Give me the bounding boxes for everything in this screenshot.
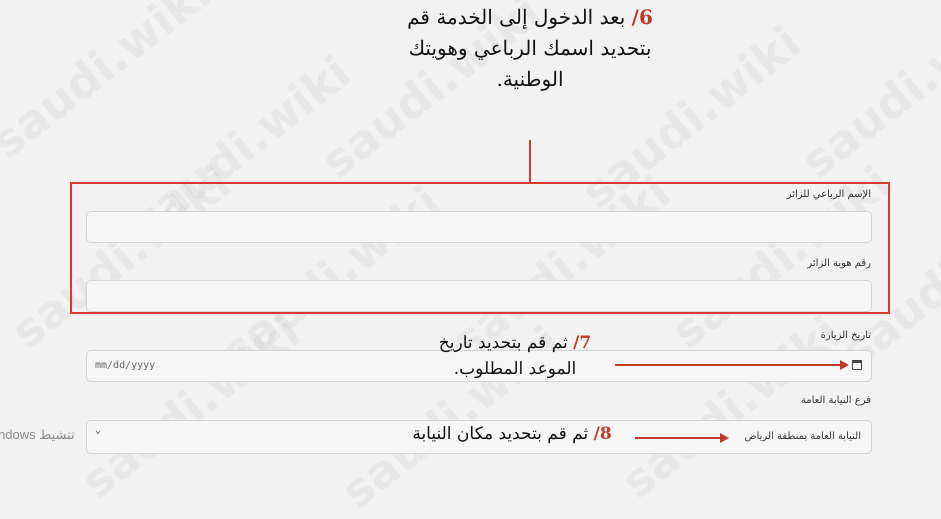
- visitor-id-label: رقم هوية الزائر: [807, 258, 871, 269]
- step6-line3: الوطنية.: [496, 67, 564, 91]
- branch-label: فرع النيابة العامة: [800, 395, 871, 406]
- chevron-down-icon: ⌄: [95, 425, 102, 436]
- step6-connector: [529, 140, 531, 183]
- step6-line1: 6/ بعد الدخول إلى الخدمة قم: [407, 5, 653, 29]
- step7-instruction: 7/ ثم قم بتحديد تاريخ الموعد المطلوب.: [400, 330, 630, 383]
- watermark: saudi.wiki: [791, 0, 941, 189]
- full-name-field[interactable]: [86, 211, 872, 243]
- step6-number: 6/: [631, 5, 653, 29]
- step8-instruction: 8/ ثم قم بتحديد مكان النيابة: [392, 424, 632, 444]
- step7-line2: الموعد المطلوب.: [453, 359, 577, 380]
- step6-line2: بتحديد اسمك الرباعي وهويتك: [408, 36, 652, 60]
- date-placeholder: mm/dd/yyyy: [95, 360, 156, 371]
- step8-arrow-icon: [635, 433, 729, 443]
- watermark: saudi.wiki: [71, 305, 311, 509]
- visit-date-label: تاريخ الزيارة: [820, 330, 871, 341]
- step7-line1: 7/ ثم قم بتحديد تاريخ: [438, 333, 592, 353]
- step8-text: ثم قم بتحديد مكان النيابة: [412, 424, 589, 444]
- step7-arrow-icon: [615, 360, 849, 370]
- watermark: saudi.wiki: [0, 0, 221, 169]
- step7-number: 7/: [573, 333, 592, 353]
- visitor-id-field[interactable]: [86, 280, 872, 312]
- branch-selected-value: النيابة العامة بمنطقة الرياض: [744, 431, 861, 442]
- full-name-label: الإسم الرباعي للزائر: [786, 189, 871, 200]
- step6-instruction: 6/ بعد الدخول إلى الخدمة قم بتحديد اسمك …: [330, 2, 730, 95]
- windows-activation-text: ndows تنشيط: [0, 427, 75, 442]
- step8-number: 8/: [593, 424, 612, 444]
- watermark: saudi.wiki: [611, 305, 851, 509]
- calendar-icon[interactable]: [852, 360, 862, 370]
